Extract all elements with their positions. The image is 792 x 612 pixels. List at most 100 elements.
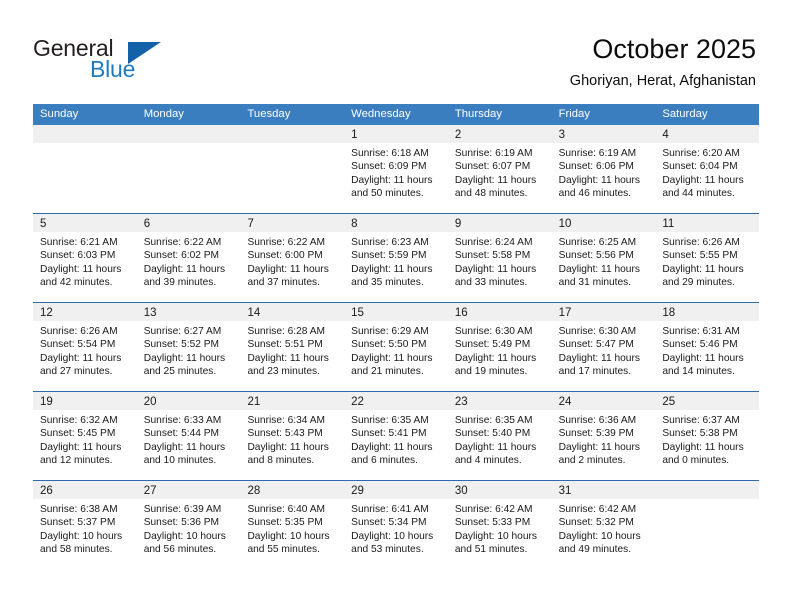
day-number-header: 12 xyxy=(33,303,137,321)
calendar-day-cell[interactable]: 12 Sunrise: 6:26 AM Sunset: 5:54 PM Dayligh… xyxy=(33,303,137,391)
day-number: 6 xyxy=(143,218,151,230)
day-detail-line: Sunset: 5:54 PM xyxy=(40,339,116,351)
day-detail-line: Sunrise: 6:19 AM xyxy=(558,148,637,159)
calendar-day-cell[interactable]: 8 Sunrise: 6:23 AM Sunset: 5:59 PM Daylight… xyxy=(344,214,448,302)
calendar-day-cell[interactable]: 15 Sunrise: 6:29 AM Sunset: 5:50 PM Dayligh… xyxy=(344,303,448,391)
day-detail-line: Daylight: 11 hours xyxy=(247,352,329,364)
day-details: Sunrise: 6:28 AM Sunset: 5:51 PM Daylight:… xyxy=(240,321,344,379)
day-detail-line: Daylight: 11 hours xyxy=(40,441,122,453)
day-detail-line: Sunrise: 6:30 AM xyxy=(454,326,533,337)
day-detail-line: Daylight: 11 hours xyxy=(143,263,226,275)
day-number: 24 xyxy=(558,396,572,408)
day-detail-line: and 4 minutes. xyxy=(454,455,522,467)
calendar-day-cell[interactable]: 17 Sunrise: 6:30 AM Sunset: 5:47 PM Dayligh… xyxy=(551,303,656,391)
day-details: Sunrise: 6:19 AM Sunset: 6:07 PM Daylight:… xyxy=(448,143,552,201)
day-detail-line: Sunrise: 6:30 AM xyxy=(558,326,637,337)
day-details: Sunrise: 6:33 AM Sunset: 5:44 PM Daylight:… xyxy=(137,410,241,468)
day-detail-line: and 49 minutes. xyxy=(558,544,632,556)
day-number: 30 xyxy=(454,485,468,497)
calendar-day-cell[interactable]: 27 Sunrise: 6:39 AM Sunset: 5:36 PM Dayligh… xyxy=(136,481,241,569)
day-number: 17 xyxy=(558,307,572,319)
calendar-weeks: 1 Sunrise: 6:18 AM Sunset: 6:09 PM Daylight… xyxy=(33,125,760,569)
day-detail-line: Sunset: 5:46 PM xyxy=(662,339,738,351)
calendar-page: General Blue October 2025 Ghoriyan, Hera… xyxy=(0,0,792,612)
calendar-day-cell[interactable]: 30 Sunrise: 6:42 AM Sunset: 5:33 PM Dayligh… xyxy=(447,481,552,569)
calendar-week-row: 1 Sunrise: 6:18 AM Sunset: 6:09 PM Daylight… xyxy=(33,125,760,213)
calendar-day-cell[interactable]: 16 Sunrise: 6:30 AM Sunset: 5:49 PM Dayligh… xyxy=(447,303,552,391)
calendar-day-cell[interactable]: 1 Sunrise: 6:18 AM Sunset: 6:09 PM Daylight… xyxy=(344,125,448,213)
day-detail-line: Sunset: 5:34 PM xyxy=(351,517,427,529)
brand-logo[interactable]: General Blue xyxy=(33,36,203,86)
day-detail-line: Sunset: 6:00 PM xyxy=(247,250,323,262)
day-detail-line: Daylight: 11 hours xyxy=(40,352,122,364)
calendar-week-row: 26 Sunrise: 6:38 AM Sunset: 5:37 PM Dayligh… xyxy=(33,480,760,569)
day-detail-line: and 19 minutes. xyxy=(454,366,528,378)
day-detail-line: Sunrise: 6:38 AM xyxy=(40,504,118,515)
day-number-header: 20 xyxy=(136,392,241,410)
day-details: Sunrise: 6:39 AM Sunset: 5:36 PM Daylight:… xyxy=(137,499,241,557)
calendar-day-cell[interactable]: 25 Sunrise: 6:37 AM Sunset: 5:38 PM Dayligh… xyxy=(655,392,760,480)
day-detail-line: Daylight: 11 hours xyxy=(662,174,744,186)
calendar-day-cell[interactable]: 6 Sunrise: 6:22 AM Sunset: 6:02 PM Daylight… xyxy=(136,214,241,302)
calendar-day-cell[interactable]: 13 Sunrise: 6:27 AM Sunset: 5:52 PM Dayligh… xyxy=(136,303,241,391)
calendar-day-cell[interactable]: 11 Sunrise: 6:26 AM Sunset: 5:55 PM Dayligh… xyxy=(655,214,760,302)
day-number-header: 28 xyxy=(240,481,345,499)
day-detail-line: Daylight: 11 hours xyxy=(454,174,537,186)
day-detail-line: Sunset: 5:45 PM xyxy=(40,428,116,440)
day-number: 3 xyxy=(558,129,565,141)
day-detail-line: Daylight: 11 hours xyxy=(558,441,640,453)
calendar-day-cell[interactable]: 14 Sunrise: 6:28 AM Sunset: 5:51 PM Dayligh… xyxy=(240,303,345,391)
day-detail-line: Sunset: 6:04 PM xyxy=(662,161,738,173)
day-detail-line: Sunset: 5:36 PM xyxy=(143,517,220,529)
calendar-day-cell[interactable]: 10 Sunrise: 6:25 AM Sunset: 5:56 PM Dayligh… xyxy=(551,214,656,302)
day-detail-line: and 14 minutes. xyxy=(662,366,735,378)
day-detail-line: and 29 minutes. xyxy=(662,277,735,289)
calendar-day-cell-empty xyxy=(33,125,137,213)
day-detail-line: Sunrise: 6:40 AM xyxy=(247,504,326,515)
calendar-day-cell[interactable]: 28 Sunrise: 6:40 AM Sunset: 5:35 PM Dayligh… xyxy=(240,481,345,569)
day-number-header: 13 xyxy=(136,303,241,321)
day-detail-line: Daylight: 10 hours xyxy=(558,530,641,542)
day-of-week-header-sunday: Sunday xyxy=(40,108,79,120)
day-of-week-header-saturday: Saturday xyxy=(662,108,708,120)
day-details: Sunrise: 6:20 AM Sunset: 6:04 PM Daylight:… xyxy=(655,143,759,201)
calendar-day-cell[interactable]: 31 Sunrise: 6:42 AM Sunset: 5:32 PM Dayligh… xyxy=(551,481,656,569)
day-detail-line: Sunrise: 6:20 AM xyxy=(662,148,740,159)
day-detail-line: Sunrise: 6:37 AM xyxy=(662,415,740,426)
calendar-day-cell[interactable]: 9 Sunrise: 6:24 AM Sunset: 5:58 PM Daylight… xyxy=(447,214,552,302)
calendar-day-cell[interactable]: 3 Sunrise: 6:19 AM Sunset: 6:06 PM Daylight… xyxy=(551,125,656,213)
day-detail-line: Sunrise: 6:26 AM xyxy=(40,326,118,337)
calendar-day-cell[interactable]: 2 Sunrise: 6:19 AM Sunset: 6:07 PM Daylight… xyxy=(447,125,552,213)
day-details: Sunrise: 6:26 AM Sunset: 5:55 PM Daylight:… xyxy=(655,232,759,290)
day-detail-line: and 56 minutes. xyxy=(143,544,217,556)
day-detail-line: Sunset: 6:06 PM xyxy=(558,161,634,173)
day-detail-line: Daylight: 11 hours xyxy=(662,441,744,453)
calendar-day-cell[interactable]: 24 Sunrise: 6:36 AM Sunset: 5:39 PM Dayligh… xyxy=(551,392,656,480)
calendar-day-cell[interactable]: 22 Sunrise: 6:35 AM Sunset: 5:41 PM Dayligh… xyxy=(344,392,448,480)
day-detail-line: and 21 minutes. xyxy=(351,366,424,378)
day-details: Sunrise: 6:35 AM Sunset: 5:41 PM Daylight:… xyxy=(344,410,448,468)
day-of-week-header-wednesday: Wednesday xyxy=(351,108,411,120)
calendar-day-cell[interactable]: 23 Sunrise: 6:35 AM Sunset: 5:40 PM Dayligh… xyxy=(447,392,552,480)
day-detail-line: and 42 minutes. xyxy=(40,277,113,289)
page-header: General Blue October 2025 Ghoriyan, Hera… xyxy=(0,0,792,100)
day-details: Sunrise: 6:34 AM Sunset: 5:43 PM Daylight:… xyxy=(240,410,344,468)
calendar-day-cell[interactable]: 5 Sunrise: 6:21 AM Sunset: 6:03 PM Daylight… xyxy=(33,214,137,302)
day-detail-line: Sunrise: 6:25 AM xyxy=(558,237,637,248)
calendar-day-cell[interactable]: 19 Sunrise: 6:32 AM Sunset: 5:45 PM Dayligh… xyxy=(33,392,137,480)
day-of-week-header-row: Sunday Monday Tuesday Wednesday Thursday Frid… xyxy=(33,104,759,125)
calendar-day-cell[interactable]: 7 Sunrise: 6:22 AM Sunset: 6:00 PM Daylight… xyxy=(240,214,345,302)
calendar-day-cell[interactable]: 4 Sunrise: 6:20 AM Sunset: 6:04 PM Daylight… xyxy=(655,125,760,213)
day-number: 15 xyxy=(351,307,364,319)
calendar-day-cell[interactable]: 20 Sunrise: 6:33 AM Sunset: 5:44 PM Dayligh… xyxy=(136,392,241,480)
day-detail-line: Daylight: 11 hours xyxy=(143,352,226,364)
day-detail-line: Sunrise: 6:28 AM xyxy=(247,326,326,337)
calendar-day-cell[interactable]: 29 Sunrise: 6:41 AM Sunset: 5:34 PM Dayligh… xyxy=(344,481,448,569)
calendar-week-row: 12 Sunrise: 6:26 AM Sunset: 5:54 PM Dayligh… xyxy=(33,302,760,391)
day-detail-line: and 8 minutes. xyxy=(247,455,315,467)
day-detail-line: Sunset: 5:40 PM xyxy=(454,428,531,440)
calendar-day-cell[interactable]: 18 Sunrise: 6:31 AM Sunset: 5:46 PM Dayligh… xyxy=(655,303,760,391)
calendar-day-cell[interactable]: 26 Sunrise: 6:38 AM Sunset: 5:37 PM Dayligh… xyxy=(33,481,137,569)
day-detail-line: Sunset: 5:49 PM xyxy=(454,339,531,351)
calendar-day-cell[interactable]: 21 Sunrise: 6:34 AM Sunset: 5:43 PM Dayligh… xyxy=(240,392,345,480)
